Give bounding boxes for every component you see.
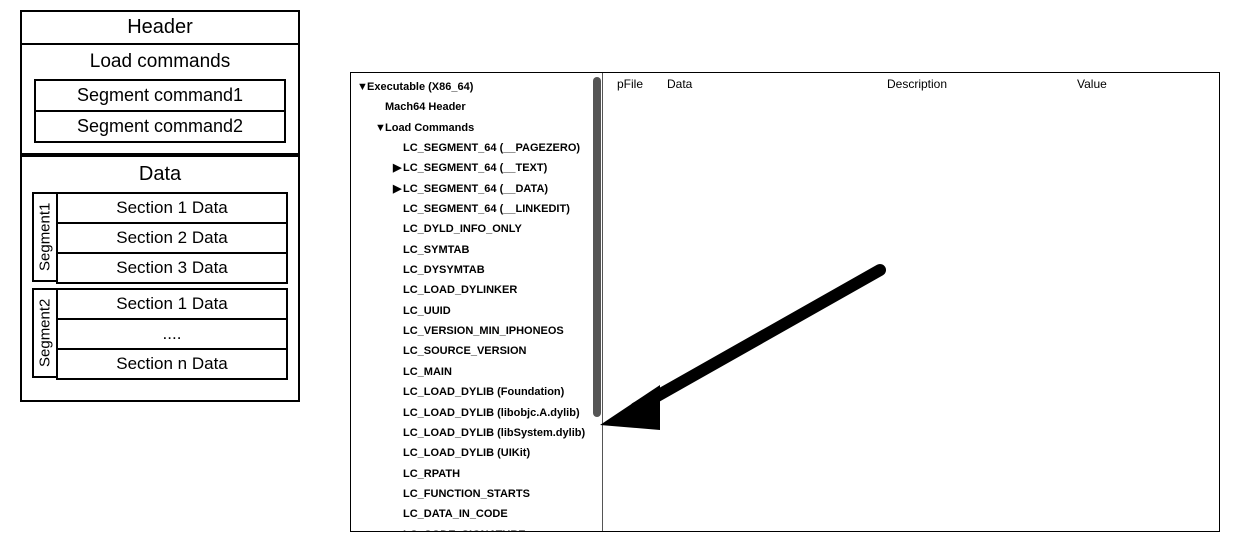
tree-node-label: LC_LOAD_DYLINKER [403,284,517,296]
tree-node[interactable]: LC_VERSION_MIN_IPHONEOS [357,321,594,341]
tree-node[interactable]: LC_LOAD_DYLIB (Foundation) [357,382,594,402]
tree-node-label: Mach64 Header [385,101,466,113]
tree-node[interactable]: LC_SEGMENT_64 (__LINKEDIT) [357,199,594,219]
diagram-section-row: Section 1 Data [56,192,288,224]
tree-node[interactable]: LC_FUNCTION_STARTS [357,484,594,504]
tree-node-label: LC_SEGMENT_64 (__LINKEDIT) [403,203,570,215]
diagram-segment-label: Segment1 [32,192,58,282]
tree-node[interactable]: LC_DYLD_INFO_ONLY [357,219,594,239]
diagram-section-row: Section 2 Data [56,222,288,254]
tree-node[interactable]: LC_LOAD_DYLIB (libSystem.dylib) [357,423,594,443]
tree-node[interactable]: ▶LC_SEGMENT_64 (__TEXT) [357,158,594,178]
tree-node[interactable]: LC_MAIN [357,362,594,382]
tree-node-label: Executable (X86_64) [367,81,473,93]
diagram-section-row: .... [56,318,288,350]
tree-node-label: LC_SYMTAB [403,244,469,256]
scrollbar-thumb[interactable] [593,77,601,417]
tree-node[interactable]: LC_CODE_SIGNATURE [357,525,594,531]
tree-node[interactable]: LC_LOAD_DYLIB (libobjc.A.dylib) [357,403,594,423]
column-header-value: Value [1063,77,1121,97]
tree-node-label: Load Commands [385,122,474,134]
column-header-pfile: pFile [603,77,653,97]
tree-node[interactable]: LC_RPATH [357,464,594,484]
tree-node-label: LC_VERSION_MIN_IPHONEOS [403,325,564,337]
tree-node-label: LC_DYSYMTAB [403,264,485,276]
diagram-load-commands-title: Load commands [34,51,286,73]
tree-node-label: LC_FUNCTION_STARTS [403,488,530,500]
tree-node-label: LC_LOAD_DYLIB (Foundation) [403,386,564,398]
column-header-description: Description [873,77,1063,97]
diagram-section-row: Section 1 Data [56,288,288,320]
macho-inspector-panel: ▼Executable (X86_64)Mach64 Header▼Load C… [350,72,1220,532]
scrollbar-vertical[interactable] [592,75,602,529]
diagram-header: Header [22,12,298,45]
tree-node[interactable]: LC_LOAD_DYLIB (UIKit) [357,443,594,463]
diagram-data: Data Segment1Section 1 DataSection 2 Dat… [22,157,298,400]
diagram-segment: Segment1Section 1 DataSection 2 DataSect… [32,192,288,282]
tree-node-label: LC_MAIN [403,366,452,378]
disclosure-icon[interactable]: ▼ [375,118,385,138]
tree-node[interactable]: LC_UUID [357,301,594,321]
diagram-segment-command: Segment command2 [34,110,286,143]
macho-structure-diagram: Header Load commands Segment command1 Se… [20,10,300,402]
disclosure-icon[interactable]: ▶ [393,158,403,178]
tree-node[interactable]: LC_SYMTAB [357,240,594,260]
tree-node-label: LC_LOAD_DYLIB (UIKit) [403,447,530,459]
tree-node[interactable]: ▶LC_SEGMENT_64 (__DATA) [357,179,594,199]
diagram-segment-label: Segment2 [32,288,58,378]
detail-column-headers: pFile Data Description Value [603,73,1219,97]
column-header-data: Data [653,77,873,97]
diagram-data-title: Data [32,163,288,186]
tree-node-label: LC_CODE_SIGNATURE [403,529,526,531]
disclosure-icon[interactable]: ▼ [357,77,367,97]
tree-node[interactable]: ▼Load Commands [357,118,594,138]
diagram-section-row: Section n Data [56,348,288,380]
tree-node-label: LC_LOAD_DYLIB (libSystem.dylib) [403,427,585,439]
tree-node[interactable]: ▼Executable (X86_64) [357,77,594,97]
tree-node[interactable]: LC_SOURCE_VERSION [357,341,594,361]
diagram-section-row: Section 3 Data [56,252,288,284]
diagram-load-commands: Load commands Segment command1 Segment c… [22,45,298,157]
tree-node-label: LC_DYLD_INFO_ONLY [403,223,522,235]
tree-column: ▼Executable (X86_64)Mach64 Header▼Load C… [351,73,603,531]
tree-node[interactable]: LC_SEGMENT_64 (__PAGEZERO) [357,138,594,158]
tree-node-label: LC_SOURCE_VERSION [403,345,526,357]
tree-node[interactable]: LC_LOAD_DYLINKER [357,280,594,300]
tree-node[interactable]: LC_DATA_IN_CODE [357,504,594,524]
tree-node-label: LC_DATA_IN_CODE [403,508,508,520]
tree-node-label: LC_SEGMENT_64 (__TEXT) [403,162,547,174]
macho-tree[interactable]: ▼Executable (X86_64)Mach64 Header▼Load C… [351,73,602,531]
diagram-segment: Segment2Section 1 Data....Section n Data [32,288,288,378]
diagram-segment-command: Segment command1 [34,79,286,112]
tree-node-label: LC_UUID [403,305,451,317]
tree-node-label: LC_SEGMENT_64 (__DATA) [403,183,548,195]
disclosure-icon[interactable]: ▶ [393,179,403,199]
tree-node[interactable]: Mach64 Header [357,97,594,117]
tree-node-label: LC_RPATH [403,468,460,480]
tree-node-label: LC_SEGMENT_64 (__PAGEZERO) [403,142,580,154]
tree-node[interactable]: LC_DYSYMTAB [357,260,594,280]
tree-node-label: LC_LOAD_DYLIB (libobjc.A.dylib) [403,407,580,419]
